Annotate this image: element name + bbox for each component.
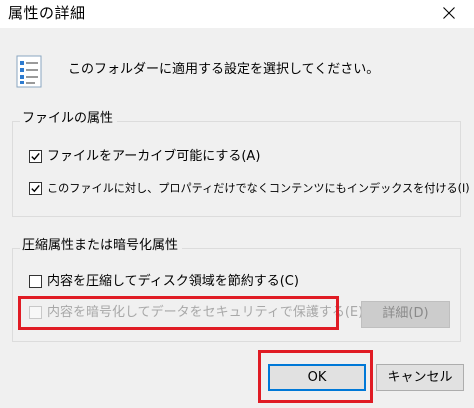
checkmark-icon [31,184,40,193]
close-icon [443,7,455,19]
archive-checkbox[interactable] [29,150,42,163]
compress-checkbox[interactable] [29,275,42,288]
advanced-attributes-dialog: 属性の詳細 このフォルダーに適用する設定を選択してください。 ファイルの属性 フ… [0,0,474,408]
index-checkbox-label[interactable]: このファイルに対し、プロパティだけでなくコンテンツにもインデックスを付ける(I) [47,180,470,198]
properties-list-icon [14,55,50,89]
details-button: 詳細(D) [361,301,450,328]
compress-checkbox-label[interactable]: 内容を圧縮してディスク領域を節約する(C) [47,273,299,291]
index-checkbox[interactable] [29,182,42,195]
encrypt-highlight-box [18,296,339,330]
cancel-button[interactable]: キャンセル [376,364,464,391]
instruction-text: このフォルダーに適用する設定を選択してください。 [68,62,380,77]
compress-encrypt-group-label: 圧縮属性または暗号化属性 [20,237,183,255]
close-button[interactable] [434,0,464,28]
file-attributes-group-label: ファイルの属性 [20,110,118,128]
dialog-title: 属性の詳細 [8,4,86,22]
ok-highlight-box [258,350,373,403]
archive-checkbox-label[interactable]: ファイルをアーカイブ可能にする(A) [47,148,260,166]
checkmark-icon [31,152,40,161]
file-attributes-group [12,121,461,217]
title-bar: 属性の詳細 [0,0,474,28]
